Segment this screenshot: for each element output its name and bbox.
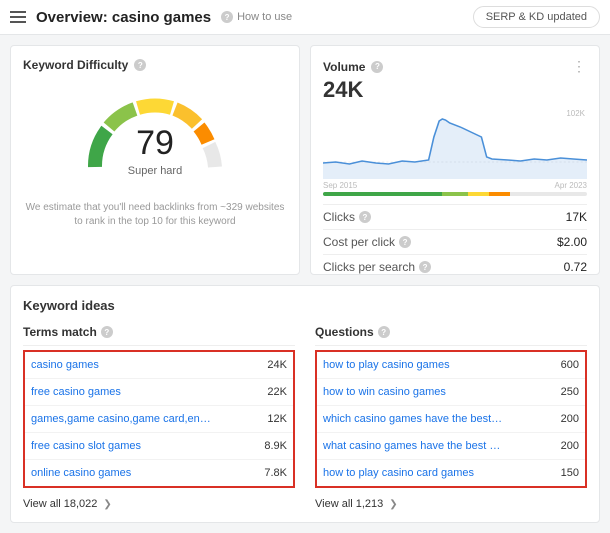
volume-title: Volume bbox=[323, 60, 365, 74]
chart-date-end: Apr 2023 bbox=[555, 181, 587, 190]
keyword-ideas-card: Keyword ideas Terms match ? casino games… bbox=[10, 285, 600, 523]
metric-cps: Clicks per search? 0.72 bbox=[323, 254, 587, 279]
keyword-link[interactable]: what casino games have the best odds bbox=[323, 440, 503, 452]
how-to-use-link[interactable]: ? How to use bbox=[221, 11, 292, 23]
kd-title: Keyword Difficulty bbox=[23, 58, 128, 72]
keyword-difficulty-card: Keyword Difficulty ? 79 Super hard We es… bbox=[10, 45, 300, 275]
info-icon[interactable]: ? bbox=[371, 61, 383, 73]
info-icon[interactable]: ? bbox=[399, 236, 411, 248]
info-icon[interactable]: ? bbox=[378, 326, 390, 338]
kd-gauge: 79 Super hard bbox=[80, 82, 230, 187]
keyword-row: casino games24K bbox=[25, 352, 293, 379]
keyword-row: how to play casino games600 bbox=[317, 352, 585, 379]
volume-card: Volume ? ⋮ 24K 102K Sep 2015 Apr 2023 bbox=[310, 45, 600, 275]
volume-value: 24K bbox=[323, 77, 587, 103]
chart-date-start: Sep 2015 bbox=[323, 181, 357, 190]
info-icon[interactable]: ? bbox=[419, 261, 431, 273]
keyword-link[interactable]: which casino games have the best odds bbox=[323, 413, 503, 425]
keyword-link[interactable]: how to play casino games bbox=[323, 359, 450, 371]
keyword-link[interactable]: free casino games bbox=[31, 386, 121, 398]
chart-colorbar bbox=[323, 192, 587, 196]
chevron-right-icon: ❯ bbox=[103, 499, 111, 510]
keyword-link[interactable]: online casino games bbox=[31, 467, 131, 479]
serp-kd-status-pill[interactable]: SERP & KD updated bbox=[473, 6, 600, 28]
more-icon[interactable]: ⋮ bbox=[572, 58, 587, 75]
questions-column: Questions ? how to play casino games600 … bbox=[315, 325, 587, 510]
keyword-row: how to win casino games250 bbox=[317, 379, 585, 406]
keyword-link[interactable]: games,game casino,game card,entertainmen… bbox=[31, 413, 211, 425]
keyword-row: free casino slot games8.9K bbox=[25, 433, 293, 460]
keyword-row: free casino games22K bbox=[25, 379, 293, 406]
terms-match-column: Terms match ? casino games24K free casin… bbox=[23, 325, 295, 510]
help-icon: ? bbox=[221, 11, 233, 23]
terms-highlight-box: casino games24K free casino games22K gam… bbox=[23, 350, 295, 488]
keyword-row: what casino games have the best odds200 bbox=[317, 433, 585, 460]
metric-clicks: Clicks? 17K bbox=[323, 204, 587, 229]
keyword-link[interactable]: how to play casino card games bbox=[323, 467, 474, 479]
ideas-title: Keyword ideas bbox=[23, 298, 587, 313]
questions-highlight-box: how to play casino games600 how to win c… bbox=[315, 350, 587, 488]
keyword-row: which casino games have the best odds200 bbox=[317, 406, 585, 433]
kd-label: Super hard bbox=[80, 165, 230, 177]
info-icon[interactable]: ? bbox=[134, 59, 146, 71]
metric-cpc: Cost per click? $2.00 bbox=[323, 229, 587, 254]
view-all-questions-link[interactable]: View all 1,213❯ bbox=[315, 498, 587, 510]
keyword-link[interactable]: free casino slot games bbox=[31, 440, 141, 452]
page-title: Overview: casino games bbox=[36, 9, 211, 26]
kd-footnote: We estimate that you'll need backlinks f… bbox=[26, 201, 285, 229]
menu-icon[interactable] bbox=[10, 11, 26, 23]
info-icon[interactable]: ? bbox=[101, 326, 113, 338]
keyword-link[interactable]: casino games bbox=[31, 359, 99, 371]
info-icon[interactable]: ? bbox=[359, 211, 371, 223]
volume-chart: 102K Sep 2015 Apr 2023 bbox=[323, 107, 587, 196]
chevron-right-icon: ❯ bbox=[389, 499, 397, 510]
keyword-row: how to play casino card games150 bbox=[317, 460, 585, 486]
kd-score: 79 bbox=[80, 124, 230, 163]
keyword-row: online casino games7.8K bbox=[25, 460, 293, 486]
topbar: Overview: casino games ? How to use SERP… bbox=[0, 0, 610, 35]
keyword-link[interactable]: how to win casino games bbox=[323, 386, 446, 398]
view-all-terms-link[interactable]: View all 18,022❯ bbox=[23, 498, 295, 510]
keyword-row: games,game casino,game card,entertainmen… bbox=[25, 406, 293, 433]
volume-metrics: Clicks? 17K Cost per click? $2.00 Clicks… bbox=[323, 204, 587, 279]
